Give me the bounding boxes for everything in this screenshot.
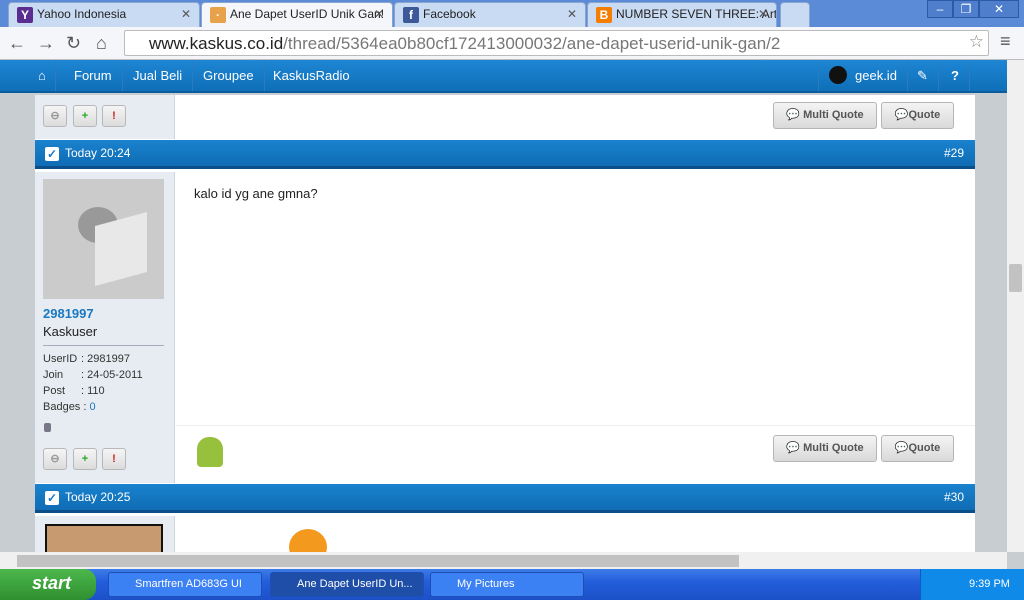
tab-bar: Y Yahoo Indonesia ✕ · Ane Dapet UserID Unik…: [0, 0, 1024, 27]
post-number[interactable]: #29: [944, 140, 964, 167]
scroll-thumb[interactable]: [17, 555, 739, 567]
tab-kaskus[interactable]: · Ane Dapet UserID Unik Gan! ✕: [201, 2, 393, 27]
prev-post-sidebar: ⊖ + !: [35, 95, 175, 139]
scroll-thumb[interactable]: [1009, 264, 1022, 292]
username: geek.id: [855, 68, 897, 83]
thread-content: ⊖ + ! 💬 Multi Quote 💬Quote ✓ Today 20:24…: [35, 95, 975, 552]
checkbox-icon[interactable]: ✓: [45, 147, 59, 161]
post-time: Today 20:25: [65, 490, 131, 504]
home-icon[interactable]: ⌂: [96, 33, 107, 54]
start-button[interactable]: start: [0, 569, 96, 600]
avatar: [829, 66, 847, 84]
post-time: Today 20:24: [65, 146, 131, 160]
maximize-button[interactable]: ❐: [953, 0, 979, 18]
emoticon-icon: [289, 529, 327, 552]
report-button[interactable]: !: [102, 448, 126, 470]
vertical-scrollbar[interactable]: [1007, 60, 1024, 552]
yahoo-icon: Y: [17, 7, 33, 23]
info-badges: Badges : 0: [43, 401, 96, 413]
user-sidebar: 2981997 Kaskuser UserID: 2981997 Join: 2…: [35, 172, 175, 483]
info-post: Post: 110: [43, 385, 105, 397]
neutral-rep-button[interactable]: ⊖: [43, 448, 67, 470]
tab-label: Ane Dapet UserID Unik Gan!: [230, 7, 385, 21]
taskbar: start Smartfren AD683G UI Ane Dapet User…: [0, 569, 1024, 600]
minimize-button[interactable]: –: [927, 0, 953, 18]
android-icon: [197, 437, 223, 467]
post-number[interactable]: #30: [944, 484, 964, 511]
tab-facebook[interactable]: f Facebook ✕: [394, 2, 586, 27]
tab-label: Yahoo Indonesia: [37, 7, 127, 21]
multi-quote-button[interactable]: 💬 Multi Quote: [773, 102, 877, 129]
close-icon[interactable]: ✕: [181, 7, 191, 21]
quote-button[interactable]: 💬Quote: [881, 102, 954, 129]
user-sidebar: [35, 516, 175, 552]
task-my-pictures[interactable]: My Pictures: [430, 572, 584, 597]
close-icon[interactable]: ✕: [374, 7, 384, 21]
add-rep-button[interactable]: +: [73, 105, 97, 127]
badges-link[interactable]: 0: [90, 401, 96, 413]
new-tab-button[interactable]: [780, 2, 810, 27]
system-tray: 9:39 PM: [920, 569, 1024, 600]
back-icon[interactable]: ←: [8, 33, 26, 54]
add-rep-button[interactable]: +: [73, 448, 97, 470]
nav-jual-beli[interactable]: Jual Beli: [123, 60, 194, 91]
browser-toolbar: ← → ↻ ⌂ www.kaskus.co.id/thread/5364ea0b…: [0, 27, 1024, 60]
multi-quote-button[interactable]: 💬 Multi Quote: [773, 435, 877, 462]
report-button[interactable]: !: [102, 105, 126, 127]
tab-label: NUMBER SEVEN THREE: Arti: [616, 7, 777, 21]
url-host: www.kaskus.co.id: [149, 34, 284, 53]
menu-icon[interactable]: ≡: [1000, 31, 1011, 52]
checkbox-icon[interactable]: ✓: [45, 491, 59, 505]
nav-groupee[interactable]: Groupee: [193, 60, 265, 91]
home-icon[interactable]: ⌂: [29, 60, 56, 91]
quote-button[interactable]: 💬Quote: [881, 435, 954, 462]
avatar[interactable]: [43, 179, 164, 299]
clock: 9:39 PM: [969, 578, 1010, 590]
close-window-button[interactable]: ✕: [979, 0, 1019, 18]
post-username[interactable]: 2981997: [43, 306, 94, 321]
divider: [43, 345, 164, 346]
horizontal-scrollbar[interactable]: [0, 552, 1007, 569]
facebook-icon: f: [403, 7, 419, 23]
neutral-rep-button[interactable]: ⊖: [43, 105, 67, 127]
address-bar[interactable]: www.kaskus.co.id/thread/5364ea0b80cf1724…: [124, 30, 989, 56]
url-path: /thread/5364ea0b80cf172413000032/ane-dap…: [283, 34, 781, 53]
reload-icon[interactable]: ↻: [66, 33, 81, 54]
nav-forum[interactable]: Forum: [64, 60, 123, 91]
site-nav: ⌂ Forum Jual Beli Groupee KaskusRadio ge…: [0, 60, 1007, 93]
star-icon[interactable]: ☆: [969, 32, 984, 52]
avatar[interactable]: [45, 524, 163, 552]
task-chrome[interactable]: Ane Dapet UserID Un...: [270, 572, 424, 597]
device-icon: [44, 423, 51, 432]
post-header: ✓ Today 20:24 #29: [35, 140, 975, 169]
info-join: Join: 24-05-2011: [43, 369, 143, 381]
close-icon[interactable]: ✕: [567, 7, 577, 21]
edit-icon[interactable]: ✎: [907, 60, 939, 91]
task-smartfren[interactable]: Smartfren AD683G UI: [108, 572, 262, 597]
help-icon[interactable]: ?: [941, 60, 970, 91]
close-icon[interactable]: ✕: [758, 7, 768, 21]
post-body: kalo id yg ane gmna?: [194, 186, 318, 201]
tab-label: Facebook: [423, 7, 476, 21]
tab-yahoo[interactable]: Y Yahoo Indonesia ✕: [8, 2, 200, 27]
info-userid: UserID: 2981997: [43, 353, 130, 365]
forward-icon[interactable]: →: [37, 33, 55, 54]
blogger-icon: B: [596, 7, 612, 23]
kaskus-icon: ·: [210, 7, 226, 23]
divider: [176, 425, 975, 426]
post-header: ✓ Today 20:25 #30: [35, 484, 975, 513]
user-rank: Kaskuser: [43, 324, 98, 339]
user-menu[interactable]: geek.id: [818, 60, 908, 91]
nav-kaskusradio[interactable]: KaskusRadio: [263, 60, 360, 91]
tab-blogger[interactable]: B NUMBER SEVEN THREE: Arti ✕: [587, 2, 777, 27]
